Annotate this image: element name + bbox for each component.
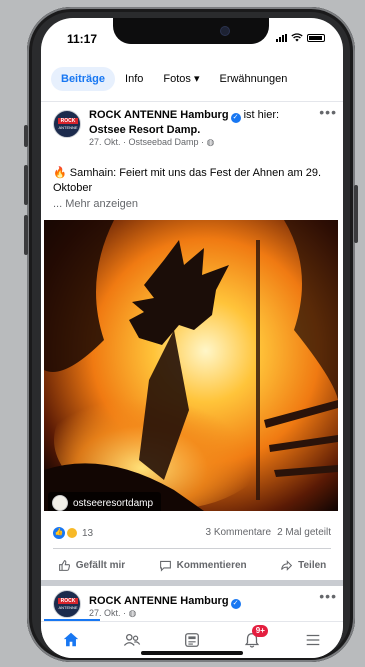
logo-text: ROCK (58, 118, 78, 124)
logo-subtext: ANTENNE (58, 125, 78, 130)
volume-down-button (24, 215, 28, 255)
share-icon (281, 559, 293, 571)
thumbs-up-icon (58, 559, 70, 571)
page-avatar[interactable]: ROCK ANTENNE (53, 590, 81, 618)
notch (113, 18, 269, 44)
post-text: 🔥 Samhain: Feiert mit uns das Fest der A… (53, 166, 333, 196)
comment-icon (159, 560, 171, 572)
home-icon (63, 632, 79, 647)
power-button (354, 185, 358, 243)
fire-icon: 🔥 (53, 167, 67, 179)
see-more-link[interactable]: ... Mehr anzeigen (53, 198, 138, 210)
tab-beitraege[interactable]: Beiträge (51, 66, 116, 91)
divider (53, 548, 331, 549)
page-avatar[interactable]: ROCK ANTENNE (53, 110, 81, 138)
verified-icon: ✓ (230, 599, 241, 609)
logo-text: ROCK (58, 598, 78, 604)
phone-screen: 11:17 Beiträge Info Fotos ▾ Erwähnungen … (41, 18, 343, 658)
like-label: Gefällt mir (75, 559, 126, 571)
like-button[interactable]: Gefällt mir (58, 559, 125, 572)
globe-icon: ◍ (128, 608, 137, 618)
tab-erwaehnungen[interactable]: Erwähnungen (209, 67, 297, 91)
volume-up-button (24, 165, 28, 205)
front-camera (221, 27, 229, 35)
post-date[interactable]: 27. Okt. · (89, 608, 129, 618)
divider (41, 101, 343, 102)
more-options-icon[interactable]: ••• (319, 104, 337, 120)
wifi-icon (291, 33, 303, 42)
post-date-location[interactable]: 27. Okt. · Ostseebad Damp · (89, 137, 207, 147)
tab-fotos[interactable]: Fotos ▾ (153, 66, 209, 91)
post-header: ROCK ANTENNE ROCK ANTENNE Hamburg ✓ ist h… (53, 104, 337, 148)
friends-icon (123, 633, 140, 646)
post-meta: 27. Okt. · Ostseebad Damp · ◍ (89, 137, 214, 148)
location-link[interactable]: Ostsee Resort Damp. (89, 124, 200, 136)
logo-subtext: ANTENNE (58, 605, 78, 610)
nav-menu[interactable] (293, 625, 333, 655)
tag-avatar (52, 495, 68, 511)
comments-count[interactable]: 3 Kommentare (205, 527, 271, 538)
mute-switch (24, 125, 28, 147)
globe-icon: ◍ (206, 137, 215, 147)
page-name-link[interactable]: ROCK ANTENNE Hamburg (89, 595, 229, 607)
home-indicator (141, 651, 243, 655)
post-text-body: Samhain: Feiert mit uns das Fest der Ahn… (53, 167, 322, 194)
haha-reaction-icon (66, 527, 78, 539)
battery-icon (307, 33, 325, 42)
page-name-link[interactable]: ROCK ANTENNE Hamburg (89, 109, 229, 121)
comment-button[interactable]: Kommentieren (159, 559, 247, 572)
post-author-line: ROCK ANTENNE Hamburg ✓ ist hier: Ostsee R… (89, 108, 309, 137)
nav-home[interactable] (51, 625, 91, 655)
photo-tag-label: ostseeresortdamp (73, 497, 154, 509)
share-label: Teilen (298, 559, 327, 571)
news-icon (185, 633, 199, 647)
checkin-text: ist hier: (243, 109, 280, 121)
notification-badge: 9+ (252, 625, 269, 637)
verified-icon: ✓ (230, 113, 241, 123)
photo-tag[interactable]: ostseeresortdamp (48, 492, 162, 511)
like-reaction-icon: 👍 (53, 527, 65, 539)
engagement-counts: 3 Kommentare 2 Mal geteilt (205, 527, 331, 538)
more-options-icon[interactable]: ••• (319, 588, 337, 604)
hamburger-menu-icon (306, 634, 320, 646)
reaction-summary[interactable]: 👍 13 (53, 527, 93, 539)
shares-count[interactable]: 2 Mal geteilt (277, 527, 331, 538)
comment-label: Kommentieren (176, 559, 247, 571)
status-icons (276, 33, 325, 42)
tab-info[interactable]: Info (115, 67, 153, 91)
post-actions: Gefällt mir Kommentieren Teilen (41, 553, 343, 577)
status-time: 11:17 (67, 32, 98, 46)
post-meta: 27. Okt. · ◍ (89, 608, 136, 619)
post-photo[interactable]: ostseeresortdamp (44, 220, 338, 511)
signal-icon (276, 33, 287, 42)
page-tabs: Beiträge Info Fotos ▾ Erwähnungen (51, 66, 297, 91)
share-button[interactable]: Teilen (280, 559, 326, 572)
post-author-line: ROCK ANTENNE Hamburg ✓ (89, 594, 309, 609)
feed-separator (41, 580, 343, 586)
fire-dragon-image (44, 220, 338, 511)
post-header-2: ROCK ANTENNE ROCK ANTENNE Hamburg ✓ 27. O… (53, 588, 337, 620)
reaction-count: 13 (82, 527, 94, 539)
